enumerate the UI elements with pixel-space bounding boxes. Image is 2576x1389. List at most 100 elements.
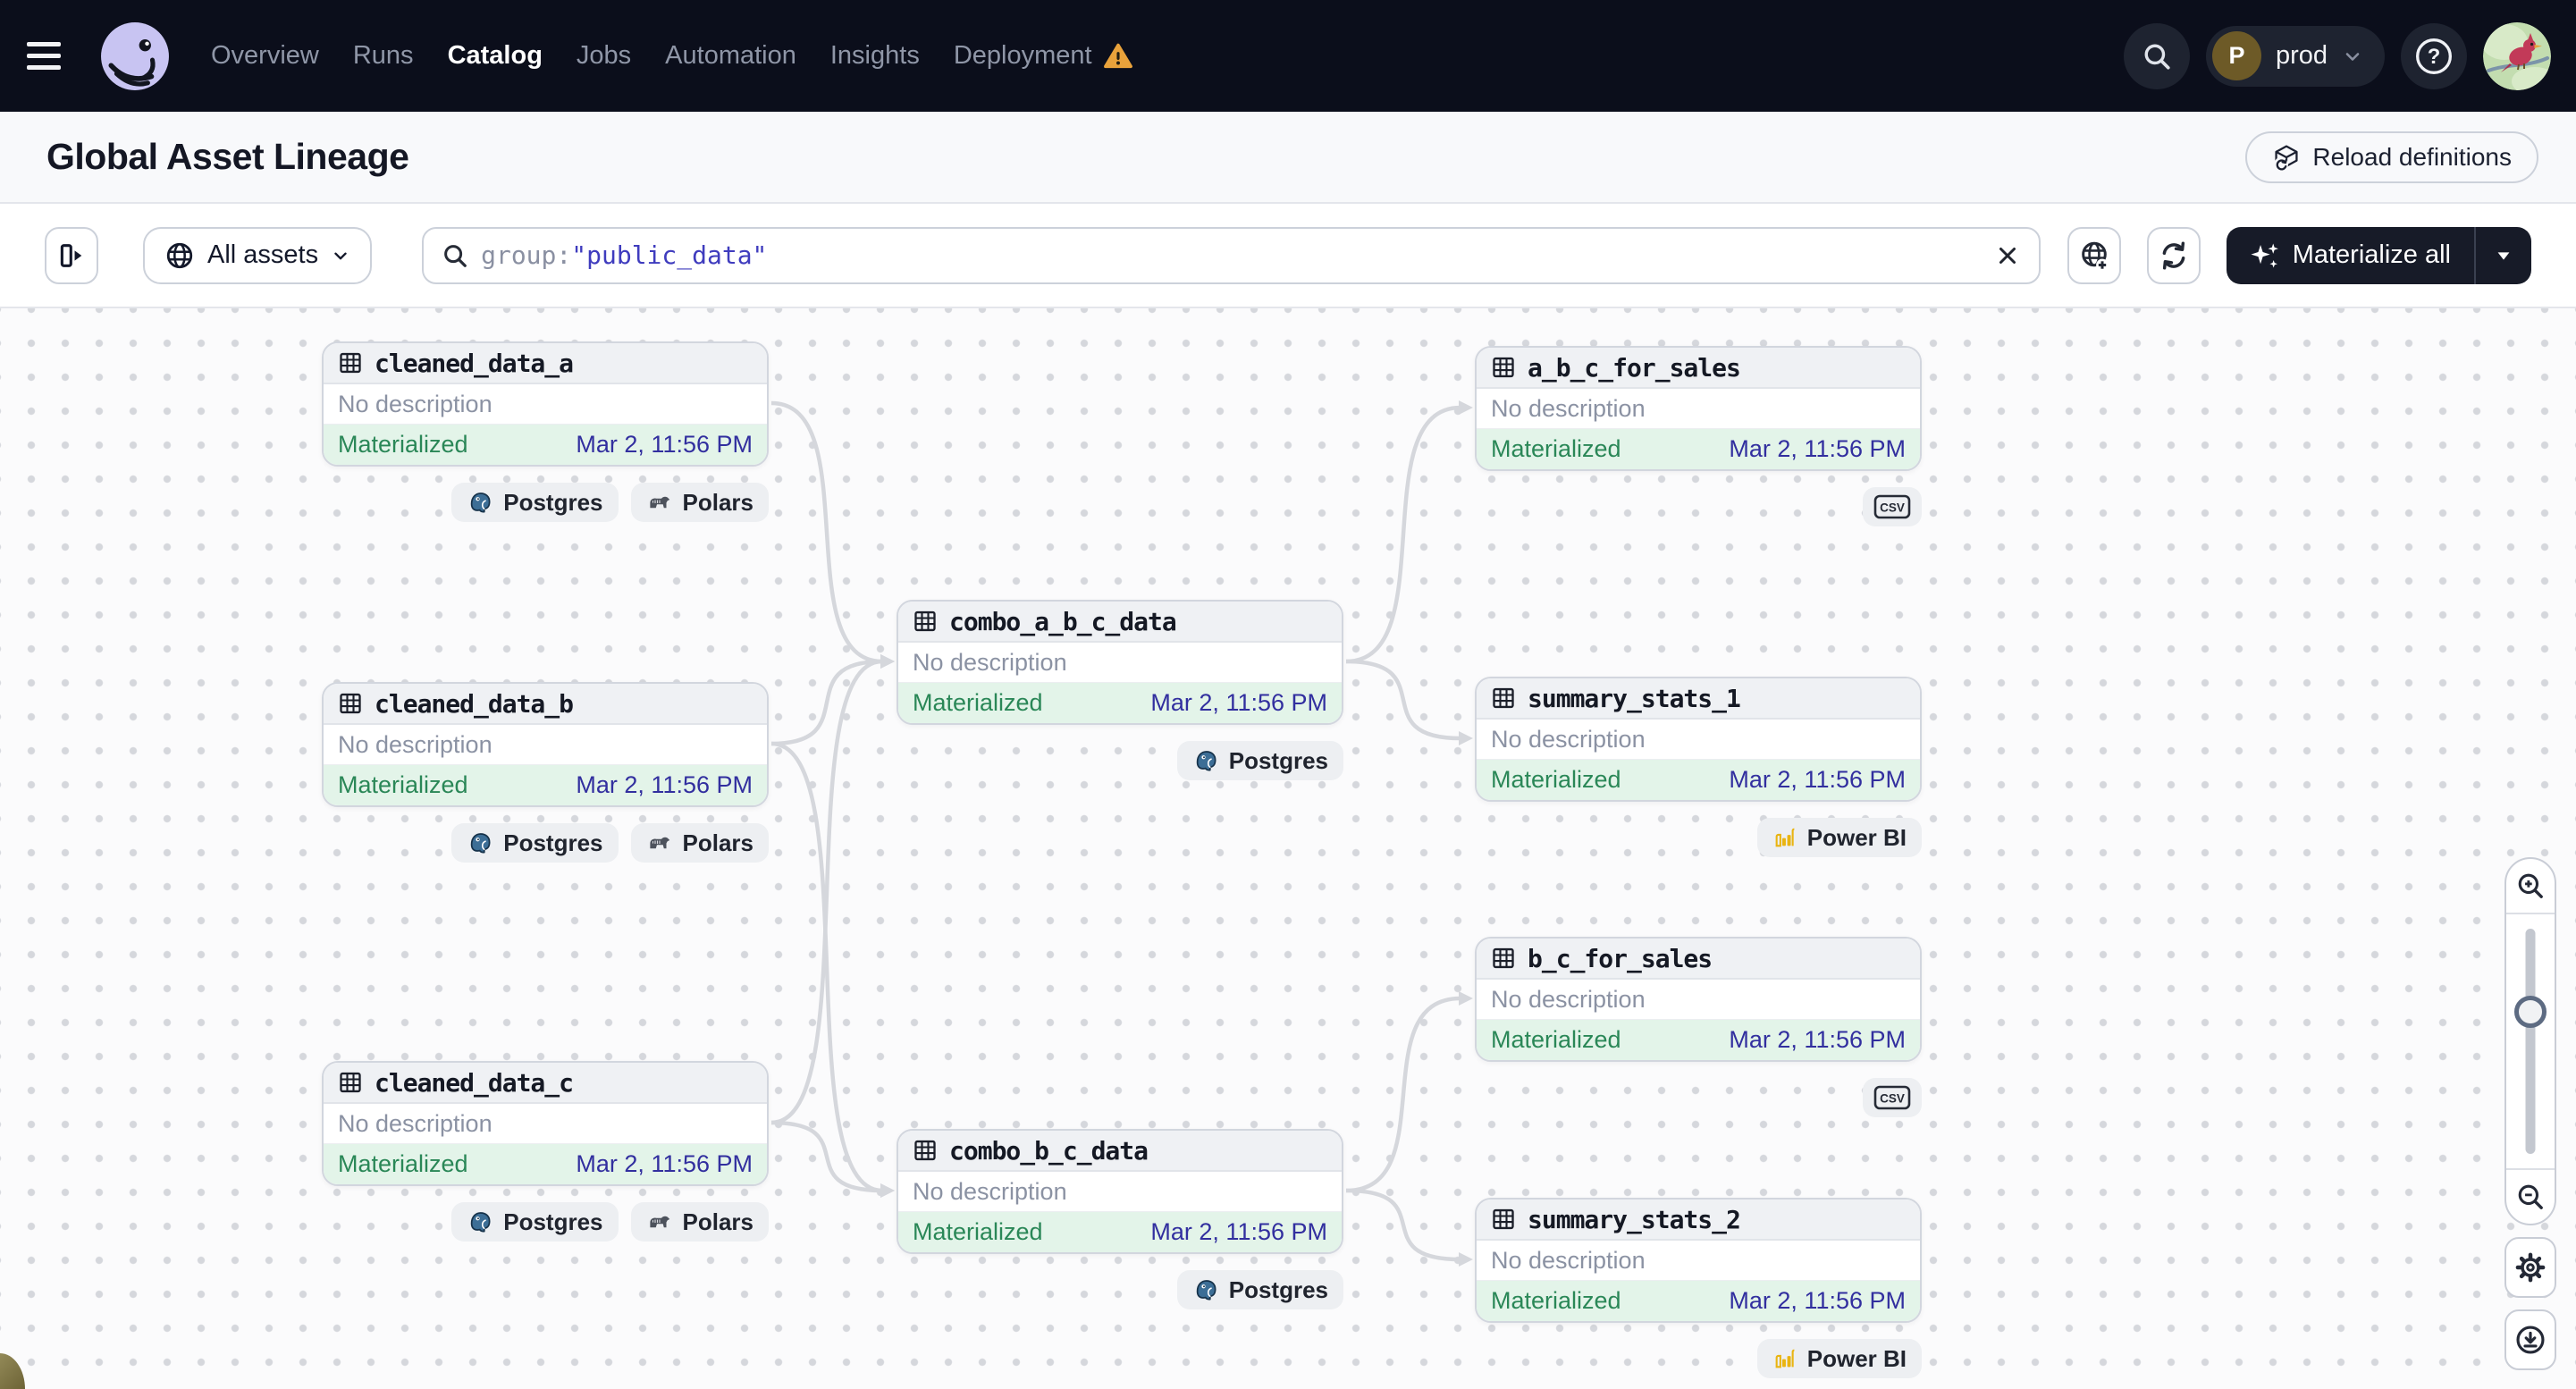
asset-card[interactable]: a_b_c_for_sales No description Materiali… [1475,346,1922,471]
asset-tags: Power BI [1475,1339,1922,1378]
zoom-slider[interactable] [2506,914,2555,1168]
asset-description: No description [324,1104,767,1144]
asset-timestamp[interactable]: Mar 2, 11:56 PM [1150,689,1327,717]
deployment-name: prod [2276,41,2328,71]
zoom-in-button[interactable] [2506,859,2555,914]
asset-status: Materialized [338,431,468,459]
asset-timestamp[interactable]: Mar 2, 11:56 PM [1150,1218,1327,1246]
tag-polars[interactable]: Polars [631,483,770,522]
asset-card[interactable]: summary_stats_1 No description Materiali… [1475,677,1922,802]
asset-header: cleaned_data_c [324,1063,767,1104]
asset-scope-dropdown[interactable]: All assets [143,227,372,284]
nav-item-insights[interactable]: Insights [830,41,920,71]
refresh-button[interactable] [2147,227,2201,284]
top-nav: Overview Runs Catalog Jobs Automation Insight… [0,0,2576,112]
asset-timestamp[interactable]: Mar 2, 11:56 PM [1729,435,1906,463]
asset-timestamp[interactable]: Mar 2, 11:56 PM [1729,766,1906,794]
asset-status: Materialized [338,1150,468,1178]
hamburger-menu-icon[interactable] [27,29,80,83]
nav-item-jobs[interactable]: Jobs [577,41,631,71]
asset-card[interactable]: combo_a_b_c_data No description Material… [897,600,1343,725]
asset-card[interactable]: combo_b_c_data No description Materializ… [897,1129,1343,1254]
asset-name: cleaned_data_a [375,349,573,378]
graph-settings-button[interactable] [2504,1237,2556,1298]
svg-text:?: ? [2428,45,2441,69]
reload-cube-icon [2272,143,2301,172]
asset-status: Materialized [338,771,468,799]
lineage-edge-cleaned_data_b-to-combo_a_b_c_data [771,661,882,744]
download-image-button[interactable] [2504,1309,2556,1370]
reload-definitions-label: Reload definitions [2312,143,2512,172]
reload-definitions-button[interactable]: Reload definitions [2245,131,2538,183]
materialize-all-label: Materialize all [2293,240,2451,270]
asset-card[interactable]: summary_stats_2 No description Materiali… [1475,1198,1922,1323]
nav-item-catalog[interactable]: Catalog [448,41,543,71]
asset-timestamp[interactable]: Mar 2, 11:56 PM [1729,1026,1906,1054]
asset-card[interactable]: cleaned_data_a No description Materializ… [322,341,769,467]
tag-label: Power BI [1807,824,1907,852]
zoom-out-button[interactable] [2506,1168,2555,1224]
lineage-edge-combo_a_b_c_data-to-summary_stats_1 [1346,661,1461,738]
asset-status-bar: Materialized Mar 2, 11:56 PM [324,1144,767,1184]
polars-icon [646,489,673,516]
table-icon [913,1138,938,1163]
tag-powerbi[interactable]: Power BI [1757,1339,1922,1378]
lineage-canvas[interactable]: cleaned_data_a No description Materializ… [0,308,2576,1389]
tag-label: Postgres [503,829,602,857]
asset-description: No description [898,1172,1342,1212]
asset-timestamp[interactable]: Mar 2, 11:56 PM [1729,1287,1906,1315]
clear-search-button[interactable] [1994,242,2021,269]
nav-item-runs[interactable]: Runs [353,41,414,71]
deployment-switcher[interactable]: P prod [2206,26,2385,87]
asset-node-b_c_for_sales: b_c_for_sales No description Materialize… [1475,937,1922,1117]
lineage-edge-combo_b_c_data-to-summary_stats_2 [1346,1191,1461,1259]
table-icon [338,691,363,716]
nav-item-overview[interactable]: Overview [211,41,319,71]
download-icon [2514,1324,2547,1356]
tag-postgres[interactable]: Postgres [451,483,618,522]
tag-powerbi[interactable]: Power BI [1757,818,1922,857]
asset-tags: Postgres Polars [322,483,769,522]
help-button[interactable]: ? [2401,23,2467,89]
tag-label: Postgres [1229,747,1328,775]
asset-timestamp[interactable]: Mar 2, 11:56 PM [576,1150,753,1178]
tag-csv[interactable]: CSV [1863,1078,1922,1117]
search-icon [442,242,468,269]
asset-search-input[interactable]: group:"public_data" [422,227,2041,284]
tag-postgres[interactable]: Postgres [451,823,618,863]
zoom-control-panel [2504,857,2556,1225]
materialize-all-button[interactable]: Materialize all [2227,227,2474,284]
tag-polars[interactable]: Polars [631,823,770,863]
dagster-logo-icon[interactable] [100,21,170,91]
tag-postgres[interactable]: Postgres [451,1202,618,1242]
zoom-in-icon [2515,871,2546,901]
tag-label: Postgres [503,1208,602,1236]
asset-header: combo_b_c_data [898,1131,1342,1172]
table-icon [1491,355,1516,380]
tag-polars[interactable]: Polars [631,1202,770,1242]
toggle-sidebar-button[interactable] [45,227,98,284]
asset-card[interactable]: cleaned_data_b No description Materializ… [322,682,769,807]
materialize-options-button[interactable] [2476,227,2531,284]
nav-item-automation[interactable]: Automation [665,41,796,71]
asset-card[interactable]: cleaned_data_c No description Materializ… [322,1061,769,1186]
asset-card[interactable]: b_c_for_sales No description Materialize… [1475,937,1922,1062]
asset-timestamp[interactable]: Mar 2, 11:56 PM [576,431,753,459]
visualize-scope-button[interactable] [2067,227,2121,284]
asset-name: summary_stats_1 [1528,684,1740,713]
asset-header: b_c_for_sales [1477,939,1920,980]
table-icon [1491,1207,1516,1232]
tag-postgres[interactable]: Postgres [1177,741,1343,780]
search-query-text[interactable]: group:"public_data" [481,240,1982,270]
asset-timestamp[interactable]: Mar 2, 11:56 PM [576,771,753,799]
zoom-slider-handle[interactable] [2514,996,2547,1028]
user-avatar[interactable] [2483,22,2551,90]
nav-item-deployment[interactable]: Deployment [954,41,1133,72]
asset-name: cleaned_data_c [375,1068,573,1098]
search-button[interactable] [2124,23,2190,89]
tag-csv[interactable]: CSV [1863,487,1922,526]
zoom-slider-track[interactable] [2526,929,2536,1154]
tag-postgres[interactable]: Postgres [1177,1270,1343,1309]
asset-tags: Postgres Polars [322,823,769,863]
lineage-edge-cleaned_data_c-to-combo_b_c_data [771,1123,882,1191]
